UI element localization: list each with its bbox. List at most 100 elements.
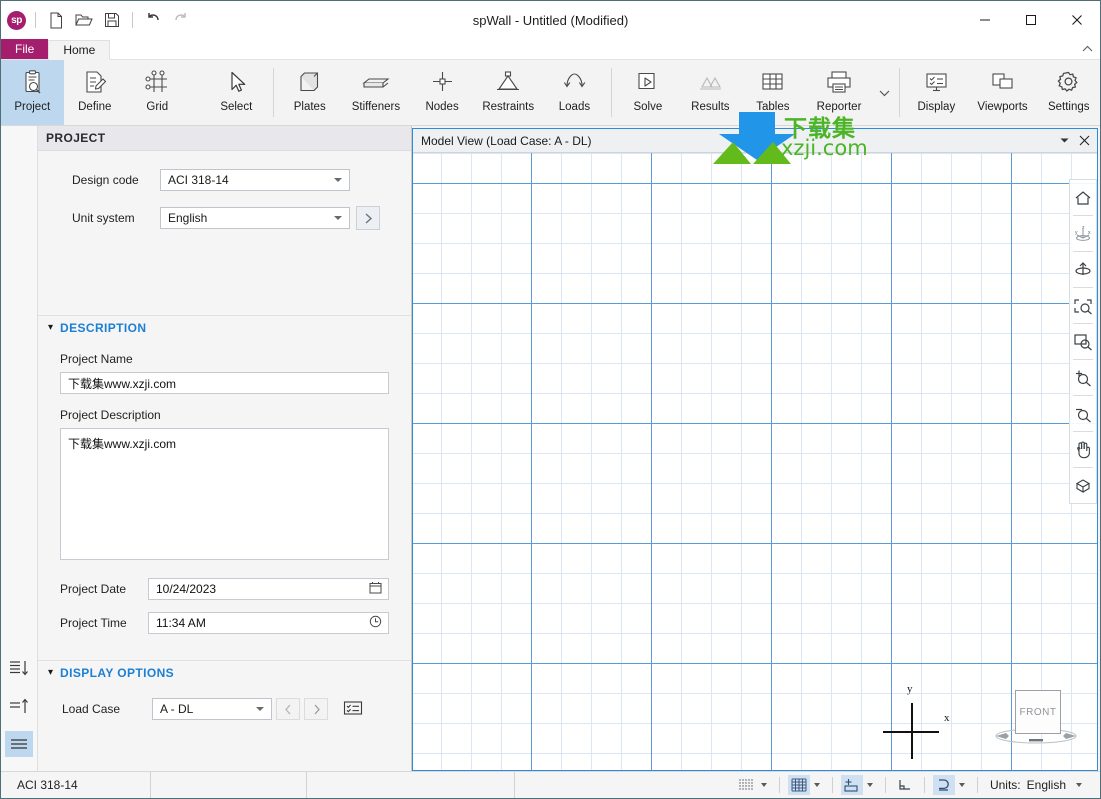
status-toggle-group: Units: English <box>735 775 1090 795</box>
load-case-row: Load Case A - DL <box>38 685 411 721</box>
minimize-button[interactable] <box>962 1 1008 39</box>
project-time-row: Project Time 11:34 AM <box>60 612 389 634</box>
status-tools-cell: Units: English <box>515 772 1100 798</box>
ribbon-button-solve[interactable]: Solve <box>617 60 680 125</box>
project-date-row: Project Date 10/24/2023 <box>60 578 389 600</box>
rotate-view-icon[interactable] <box>1070 255 1096 284</box>
ribbon-button-define[interactable]: Define <box>64 60 127 125</box>
iso-view-icon[interactable] <box>1070 471 1096 500</box>
ribbon-collapse-icon[interactable] <box>1074 39 1100 59</box>
polar-toggle[interactable] <box>932 775 955 795</box>
divider <box>1073 467 1093 468</box>
description-group: Project Name 下载集www.xzji.com Project Des… <box>38 340 411 660</box>
close-view-icon[interactable] <box>1075 132 1093 150</box>
project-time-input[interactable]: 11:34 AM <box>148 612 389 634</box>
section-header-display-options[interactable]: ▾ DISPLAY OPTIONS <box>38 660 411 685</box>
unit-system-select[interactable]: English <box>160 207 350 229</box>
ribbon-label: Viewports <box>977 101 1028 113</box>
window-controls <box>962 1 1100 39</box>
ribbon-button-loads[interactable]: Loads <box>543 60 606 125</box>
zoom-in-icon[interactable] <box>1070 363 1096 392</box>
polar-dropdown-icon[interactable] <box>955 775 969 795</box>
nodes-icon <box>429 67 456 97</box>
redo-icon[interactable] <box>168 7 194 33</box>
load-case-select[interactable]: A - DL <box>152 698 272 720</box>
ribbon-button-reporter[interactable]: Reporter <box>804 60 874 125</box>
load-case-label: Load Case <box>62 702 121 716</box>
grid-toggle[interactable] <box>787 775 810 795</box>
zoom-extents-icon[interactable] <box>1070 291 1096 320</box>
divider <box>1073 287 1093 288</box>
view-cube-navigator[interactable]: FRONT <box>993 690 1079 752</box>
undo-icon[interactable] <box>140 7 166 33</box>
units-dropdown-icon[interactable] <box>1072 775 1086 795</box>
snap-dropdown-icon[interactable] <box>863 775 877 795</box>
clock-icon[interactable] <box>369 615 382 631</box>
divider <box>1073 359 1093 360</box>
project-description-textarea[interactable]: 下载集www.xzji.com <box>60 428 389 560</box>
axes-orientation-icon[interactable]: zyx <box>1070 219 1096 248</box>
display-options-button[interactable] <box>340 697 366 721</box>
project-date-label: Project Date <box>60 582 127 596</box>
chevron-down-icon <box>334 216 342 220</box>
ribbon-button-restraints[interactable]: Restraints <box>473 60 543 125</box>
ortho-toggle[interactable] <box>894 775 916 795</box>
zoom-out-icon[interactable] <box>1070 399 1096 428</box>
dot-grid-dropdown-icon[interactable] <box>757 775 771 795</box>
model-view-header: Model View (Load Case: A - DL) <box>413 129 1097 153</box>
design-code-select[interactable]: ACI 318-14 <box>160 169 350 191</box>
ribbon-button-project[interactable]: Project <box>1 60 64 125</box>
grid-dropdown-icon[interactable] <box>810 775 824 795</box>
view-cube-front-face[interactable]: FRONT <box>1015 690 1061 734</box>
section-header-description[interactable]: ▾ DESCRIPTION <box>38 315 411 340</box>
view-menu-caret-icon[interactable] <box>1055 132 1073 150</box>
home-view-icon[interactable] <box>1070 183 1096 212</box>
close-button[interactable] <box>1054 1 1100 39</box>
maximize-button[interactable] <box>1008 1 1054 39</box>
load-case-next-button[interactable] <box>304 698 328 720</box>
pan-hand-icon[interactable] <box>1070 435 1096 464</box>
ribbon-button-settings[interactable]: Settings <box>1037 60 1100 125</box>
units-value: English <box>1026 778 1066 792</box>
unit-system-go-button[interactable] <box>356 206 380 230</box>
ribbon-label: Restraints <box>482 101 535 113</box>
project-name-label: Project Name <box>60 352 133 366</box>
settings-gear-icon <box>1055 67 1082 97</box>
chevron-down-icon <box>334 178 342 182</box>
units-selector[interactable]: Units: English <box>986 775 1086 795</box>
sort-descending-icon[interactable] <box>5 655 33 681</box>
ribbon-button-plates[interactable]: Plates <box>278 60 341 125</box>
project-name-input[interactable]: 下载集www.xzji.com <box>60 372 389 394</box>
save-file-icon[interactable] <box>99 7 125 33</box>
ribbon-button-grid[interactable]: Grid <box>126 60 189 125</box>
ribbon-overflow-caret-icon[interactable] <box>874 60 894 125</box>
tab-home[interactable]: Home <box>48 40 111 60</box>
project-date-input[interactable]: 10/24/2023 <box>148 578 389 600</box>
snap-toggle[interactable] <box>840 775 863 795</box>
open-file-icon[interactable] <box>71 7 97 33</box>
ribbon-button-select[interactable]: Select <box>205 60 268 125</box>
list-view-icon[interactable] <box>5 731 33 757</box>
left-vertical-toolbar <box>1 126 38 771</box>
loads-icon <box>561 67 588 97</box>
project-icon <box>19 67 46 97</box>
model-canvas[interactable]: y x zyx FRONT <box>413 153 1097 770</box>
new-file-icon[interactable] <box>43 7 69 33</box>
dot-grid-toggle[interactable] <box>735 775 757 795</box>
quick-access-toolbar: sp <box>1 1 194 39</box>
ribbon-button-display[interactable]: Display <box>905 60 968 125</box>
sort-ascending-icon[interactable] <box>5 693 33 719</box>
calendar-icon[interactable] <box>369 581 382 597</box>
app-logo-icon[interactable]: sp <box>7 10 26 30</box>
ribbon-button-viewports[interactable]: Viewports <box>968 60 1038 125</box>
ribbon-label: Select <box>220 101 253 113</box>
zoom-window-icon[interactable] <box>1070 327 1096 356</box>
status-cell-3 <box>307 772 515 798</box>
define-icon <box>81 67 108 97</box>
project-sidebar: PROJECT Design code ACI 318-14 Unit syst… <box>38 126 412 771</box>
ribbon-button-stiffeners[interactable]: Stiffeners <box>341 60 411 125</box>
ribbon-button-tables[interactable]: Tables <box>742 60 805 125</box>
tab-file[interactable]: File <box>1 39 49 59</box>
load-case-prev-button[interactable] <box>276 698 300 720</box>
ribbon-button-nodes[interactable]: Nodes <box>411 60 474 125</box>
